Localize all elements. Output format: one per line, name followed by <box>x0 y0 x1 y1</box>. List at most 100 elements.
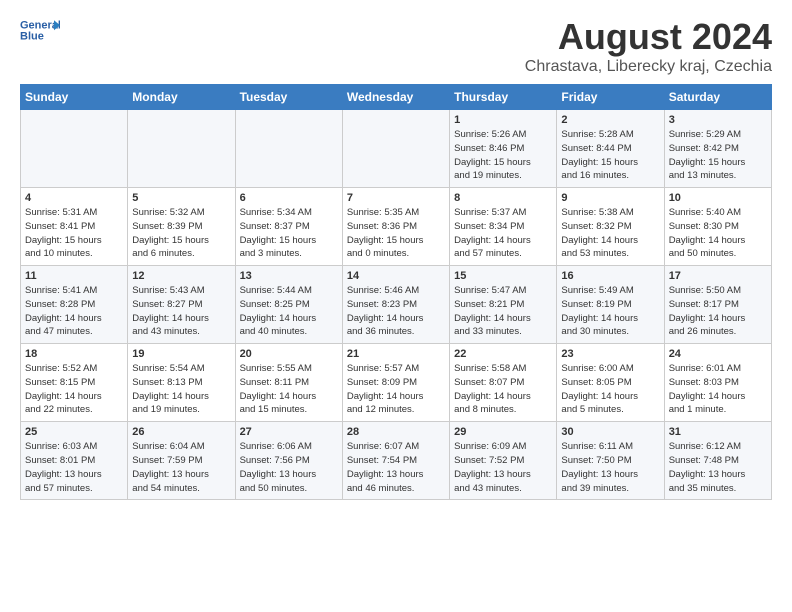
day-number: 18 <box>25 348 123 360</box>
day-number: 26 <box>132 426 230 438</box>
day-number: 11 <box>25 270 123 282</box>
calendar-cell: 17 Sunrise: 5:50 AM Sunset: 8:17 PM Dayli… <box>664 266 771 344</box>
day-number: 21 <box>347 348 445 360</box>
day-info: Sunrise: 5:34 AM Sunset: 8:37 PM Dayligh… <box>240 206 338 261</box>
day-number: 7 <box>347 192 445 204</box>
calendar-table: SundayMondayTuesdayWednesdayThursdayFrid… <box>20 84 772 500</box>
day-info: Sunrise: 5:49 AM Sunset: 8:19 PM Dayligh… <box>561 284 659 339</box>
day-number: 5 <box>132 192 230 204</box>
day-number: 9 <box>561 192 659 204</box>
calendar-cell: 10 Sunrise: 5:40 AM Sunset: 8:30 PM Dayli… <box>664 188 771 266</box>
calendar-week-row: 1 Sunrise: 5:26 AM Sunset: 8:46 PM Daylig… <box>21 110 772 188</box>
day-number: 10 <box>669 192 767 204</box>
day-number: 8 <box>454 192 552 204</box>
day-number: 16 <box>561 270 659 282</box>
day-info: Sunrise: 5:38 AM Sunset: 8:32 PM Dayligh… <box>561 206 659 261</box>
calendar-cell: 16 Sunrise: 5:49 AM Sunset: 8:19 PM Dayli… <box>557 266 664 344</box>
header: General Blue August 2024 Chrastava, Libe… <box>20 16 772 76</box>
calendar-cell: 2 Sunrise: 5:28 AM Sunset: 8:44 PM Daylig… <box>557 110 664 188</box>
calendar-cell <box>21 110 128 188</box>
calendar-cell: 12 Sunrise: 5:43 AM Sunset: 8:27 PM Dayli… <box>128 266 235 344</box>
day-info: Sunrise: 5:40 AM Sunset: 8:30 PM Dayligh… <box>669 206 767 261</box>
calendar-cell: 21 Sunrise: 5:57 AM Sunset: 8:09 PM Dayli… <box>342 344 449 422</box>
day-info: Sunrise: 6:12 AM Sunset: 7:48 PM Dayligh… <box>669 440 767 495</box>
day-info: Sunrise: 5:26 AM Sunset: 8:46 PM Dayligh… <box>454 128 552 183</box>
day-info: Sunrise: 5:44 AM Sunset: 8:25 PM Dayligh… <box>240 284 338 339</box>
day-info: Sunrise: 6:03 AM Sunset: 8:01 PM Dayligh… <box>25 440 123 495</box>
day-info: Sunrise: 5:28 AM Sunset: 8:44 PM Dayligh… <box>561 128 659 183</box>
page: General Blue August 2024 Chrastava, Libe… <box>0 0 792 516</box>
calendar-cell: 24 Sunrise: 6:01 AM Sunset: 8:03 PM Dayli… <box>664 344 771 422</box>
day-info: Sunrise: 5:32 AM Sunset: 8:39 PM Dayligh… <box>132 206 230 261</box>
day-number: 20 <box>240 348 338 360</box>
calendar-cell <box>342 110 449 188</box>
day-number: 22 <box>454 348 552 360</box>
calendar-cell: 4Sunrise: 5:31 AM Sunset: 8:41 PM Daylig… <box>21 188 128 266</box>
day-number: 17 <box>669 270 767 282</box>
weekday-header-cell: Tuesday <box>235 85 342 110</box>
calendar-cell: 9 Sunrise: 5:38 AM Sunset: 8:32 PM Daylig… <box>557 188 664 266</box>
day-number: 23 <box>561 348 659 360</box>
weekday-header-cell: Sunday <box>21 85 128 110</box>
logo: General Blue <box>20 16 60 44</box>
day-number: 4 <box>25 192 123 204</box>
day-info: Sunrise: 6:07 AM Sunset: 7:54 PM Dayligh… <box>347 440 445 495</box>
svg-text:Blue: Blue <box>20 30 44 42</box>
calendar-week-row: 4Sunrise: 5:31 AM Sunset: 8:41 PM Daylig… <box>21 188 772 266</box>
calendar-cell: 3 Sunrise: 5:29 AM Sunset: 8:42 PM Daylig… <box>664 110 771 188</box>
day-number: 24 <box>669 348 767 360</box>
calendar-cell: 25 Sunrise: 6:03 AM Sunset: 8:01 PM Dayli… <box>21 422 128 500</box>
calendar-body: 1 Sunrise: 5:26 AM Sunset: 8:46 PM Daylig… <box>21 110 772 500</box>
month-title: August 2024 <box>525 16 772 58</box>
day-info: Sunrise: 5:29 AM Sunset: 8:42 PM Dayligh… <box>669 128 767 183</box>
day-info: Sunrise: 5:37 AM Sunset: 8:34 PM Dayligh… <box>454 206 552 261</box>
logo-icon: General Blue <box>20 16 60 44</box>
calendar-cell: 31Sunrise: 6:12 AM Sunset: 7:48 PM Dayli… <box>664 422 771 500</box>
day-info: Sunrise: 6:01 AM Sunset: 8:03 PM Dayligh… <box>669 362 767 417</box>
calendar-cell: 15Sunrise: 5:47 AM Sunset: 8:21 PM Dayli… <box>450 266 557 344</box>
day-number: 28 <box>347 426 445 438</box>
calendar-cell: 29 Sunrise: 6:09 AM Sunset: 7:52 PM Dayli… <box>450 422 557 500</box>
calendar-cell: 18 Sunrise: 5:52 AM Sunset: 8:15 PM Dayli… <box>21 344 128 422</box>
calendar-cell: 8 Sunrise: 5:37 AM Sunset: 8:34 PM Daylig… <box>450 188 557 266</box>
day-info: Sunrise: 5:55 AM Sunset: 8:11 PM Dayligh… <box>240 362 338 417</box>
weekday-header-cell: Monday <box>128 85 235 110</box>
day-number: 29 <box>454 426 552 438</box>
day-info: Sunrise: 5:54 AM Sunset: 8:13 PM Dayligh… <box>132 362 230 417</box>
calendar-cell: 27 Sunrise: 6:06 AM Sunset: 7:56 PM Dayli… <box>235 422 342 500</box>
calendar-cell: 14Sunrise: 5:46 AM Sunset: 8:23 PM Dayli… <box>342 266 449 344</box>
day-info: Sunrise: 5:58 AM Sunset: 8:07 PM Dayligh… <box>454 362 552 417</box>
day-info: Sunrise: 5:52 AM Sunset: 8:15 PM Dayligh… <box>25 362 123 417</box>
day-number: 25 <box>25 426 123 438</box>
day-number: 1 <box>454 114 552 126</box>
title-block: August 2024 Chrastava, Liberecky kraj, C… <box>525 16 772 76</box>
day-info: Sunrise: 6:06 AM Sunset: 7:56 PM Dayligh… <box>240 440 338 495</box>
day-info: Sunrise: 5:47 AM Sunset: 8:21 PM Dayligh… <box>454 284 552 339</box>
day-info: Sunrise: 6:11 AM Sunset: 7:50 PM Dayligh… <box>561 440 659 495</box>
day-info: Sunrise: 6:00 AM Sunset: 8:05 PM Dayligh… <box>561 362 659 417</box>
calendar-week-row: 18 Sunrise: 5:52 AM Sunset: 8:15 PM Dayli… <box>21 344 772 422</box>
weekday-header-cell: Wednesday <box>342 85 449 110</box>
calendar-cell: 20 Sunrise: 5:55 AM Sunset: 8:11 PM Dayli… <box>235 344 342 422</box>
calendar-cell: 23 Sunrise: 6:00 AM Sunset: 8:05 PM Dayli… <box>557 344 664 422</box>
day-info: Sunrise: 6:09 AM Sunset: 7:52 PM Dayligh… <box>454 440 552 495</box>
day-info: Sunrise: 5:43 AM Sunset: 8:27 PM Dayligh… <box>132 284 230 339</box>
day-info: Sunrise: 5:50 AM Sunset: 8:17 PM Dayligh… <box>669 284 767 339</box>
calendar-cell <box>128 110 235 188</box>
calendar-cell: 1 Sunrise: 5:26 AM Sunset: 8:46 PM Daylig… <box>450 110 557 188</box>
day-number: 2 <box>561 114 659 126</box>
calendar-week-row: 25 Sunrise: 6:03 AM Sunset: 8:01 PM Dayli… <box>21 422 772 500</box>
weekday-header-cell: Saturday <box>664 85 771 110</box>
calendar-cell: 11Sunrise: 5:41 AM Sunset: 8:28 PM Dayli… <box>21 266 128 344</box>
calendar-cell: 22 Sunrise: 5:58 AM Sunset: 8:07 PM Dayli… <box>450 344 557 422</box>
calendar-cell: 28 Sunrise: 6:07 AM Sunset: 7:54 PM Dayli… <box>342 422 449 500</box>
weekday-header-cell: Friday <box>557 85 664 110</box>
day-number: 3 <box>669 114 767 126</box>
calendar-week-row: 11Sunrise: 5:41 AM Sunset: 8:28 PM Dayli… <box>21 266 772 344</box>
day-info: Sunrise: 5:57 AM Sunset: 8:09 PM Dayligh… <box>347 362 445 417</box>
calendar-cell: 13Sunrise: 5:44 AM Sunset: 8:25 PM Dayli… <box>235 266 342 344</box>
day-number: 27 <box>240 426 338 438</box>
day-number: 12 <box>132 270 230 282</box>
calendar-cell: 5 Sunrise: 5:32 AM Sunset: 8:39 PM Daylig… <box>128 188 235 266</box>
calendar-cell: 19Sunrise: 5:54 AM Sunset: 8:13 PM Dayli… <box>128 344 235 422</box>
